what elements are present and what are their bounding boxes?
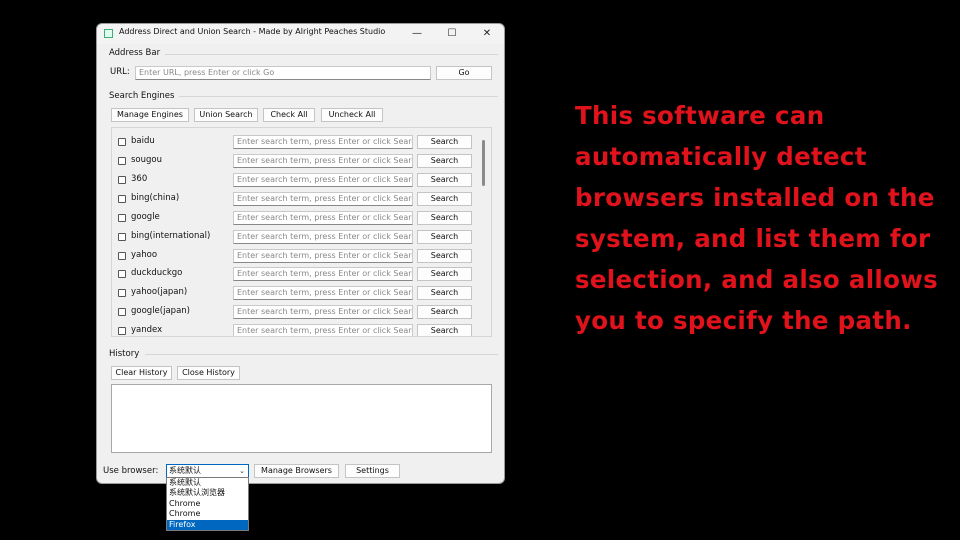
engine-name: 360: [131, 174, 148, 184]
union-search-button[interactable]: Union Search: [194, 108, 258, 122]
clear-history-button[interactable]: Clear History: [111, 366, 172, 380]
engine-search-input[interactable]: Enter search term, press Enter or click …: [233, 249, 413, 263]
engine-row: bing(china) Enter search term, press Ent…: [112, 190, 491, 209]
engine-name: bing(international): [131, 231, 211, 241]
engine-search-input[interactable]: Enter search term, press Enter or click …: [233, 305, 413, 319]
engine-row: yahoo(japan) Enter search term, press En…: [112, 284, 491, 303]
chevron-down-icon: ⌄: [239, 467, 245, 475]
use-browser-label: Use browser:: [103, 466, 159, 476]
maximize-button[interactable]: ☐: [437, 26, 467, 42]
url-input[interactable]: Enter URL, press Enter or click Go: [135, 66, 431, 80]
browser-option-highlighted[interactable]: Firefox: [167, 519, 248, 530]
app-window: Address Direct and Union Search - Made b…: [96, 23, 505, 531]
url-label: URL:: [110, 67, 130, 77]
engine-search-input[interactable]: Enter search term, press Enter or click …: [233, 324, 413, 336]
engine-row: bing(international) Enter search term, p…: [112, 228, 491, 247]
engine-search-input[interactable]: Enter search term, press Enter or click …: [233, 267, 413, 281]
history-label: History: [109, 349, 140, 359]
engine-name: google(japan): [131, 306, 190, 316]
window-title: Address Direct and Union Search - Made b…: [119, 27, 386, 36]
browser-select[interactable]: 系统默认 ⌄: [166, 464, 249, 478]
engine-checkbox[interactable]: [118, 157, 126, 165]
engine-list: baidu Enter search term, press Enter or …: [111, 127, 492, 337]
close-history-button[interactable]: Close History: [177, 366, 240, 380]
settings-button[interactable]: Settings: [345, 464, 400, 478]
engine-row: sougou Enter search term, press Enter or…: [112, 152, 491, 171]
history-divider: [145, 354, 498, 355]
app-icon: [104, 29, 113, 38]
browser-option[interactable]: 系统默认浏览器: [167, 488, 248, 498]
history-list[interactable]: [111, 384, 492, 453]
search-engines-divider: [179, 96, 498, 97]
engine-list-scrollbar[interactable]: [482, 132, 485, 332]
engine-checkbox[interactable]: [118, 327, 126, 335]
engine-name: sougou: [131, 155, 162, 165]
caption-text: This software can automatically detect b…: [575, 101, 939, 335]
engine-row: duckduckgo Enter search term, press Ente…: [112, 265, 491, 284]
manage-engines-button[interactable]: Manage Engines: [111, 108, 189, 122]
manage-browsers-button[interactable]: Manage Browsers: [254, 464, 339, 478]
minimize-button[interactable]: —: [402, 26, 432, 42]
engine-checkbox[interactable]: [118, 289, 126, 297]
engine-row: yahoo Enter search term, press Enter or …: [112, 247, 491, 266]
check-all-button[interactable]: Check All: [263, 108, 315, 122]
address-bar-divider: [165, 54, 498, 55]
engine-search-input[interactable]: Enter search term, press Enter or click …: [233, 230, 413, 244]
engine-name: yahoo(japan): [131, 287, 188, 297]
engine-row: google Enter search term, press Enter or…: [112, 209, 491, 228]
engine-name: yahoo: [131, 250, 158, 260]
engine-search-input[interactable]: Enter search term, press Enter or click …: [233, 286, 413, 300]
engine-search-button[interactable]: Search: [417, 192, 472, 206]
engine-checkbox[interactable]: [118, 176, 126, 184]
engine-row: google(japan) Enter search term, press E…: [112, 303, 491, 322]
engine-name: baidu: [131, 136, 155, 146]
engine-search-input[interactable]: Enter search term, press Enter or click …: [233, 192, 413, 206]
engine-checkbox[interactable]: [118, 214, 126, 222]
go-button[interactable]: Go: [436, 66, 492, 80]
browser-dropdown: 系统默认 系统默认浏览器 Chrome Chrome Firefox: [166, 477, 249, 531]
close-button[interactable]: ✕: [472, 26, 502, 42]
engine-search-button[interactable]: Search: [417, 230, 472, 244]
title-bar[interactable]: Address Direct and Union Search - Made b…: [97, 24, 504, 44]
engine-checkbox[interactable]: [118, 195, 126, 203]
engine-search-input[interactable]: Enter search term, press Enter or click …: [233, 211, 413, 225]
engine-name: yandex: [131, 325, 163, 335]
engine-name: bing(china): [131, 193, 180, 203]
engine-row: 360 Enter search term, press Enter or cl…: [112, 171, 491, 190]
engine-checkbox[interactable]: [118, 270, 126, 278]
engine-search-button[interactable]: Search: [417, 173, 472, 187]
engine-search-input[interactable]: Enter search term, press Enter or click …: [233, 154, 413, 168]
address-bar-label: Address Bar: [109, 48, 161, 58]
engine-checkbox[interactable]: [118, 252, 126, 260]
engine-search-button[interactable]: Search: [417, 211, 472, 225]
engine-search-button[interactable]: Search: [417, 305, 472, 319]
engine-row: baidu Enter search term, press Enter or …: [112, 133, 491, 152]
engine-search-button[interactable]: Search: [417, 135, 472, 149]
engine-search-input[interactable]: Enter search term, press Enter or click …: [233, 173, 413, 187]
browser-option[interactable]: 系统默认: [167, 478, 248, 488]
engine-checkbox[interactable]: [118, 138, 126, 146]
search-engines-label: Search Engines: [109, 91, 175, 101]
engine-search-button[interactable]: Search: [417, 286, 472, 300]
scrollbar-thumb[interactable]: [482, 140, 485, 186]
uncheck-all-button[interactable]: Uncheck All: [321, 108, 383, 122]
engine-search-button[interactable]: Search: [417, 324, 472, 336]
engine-search-button[interactable]: Search: [417, 267, 472, 281]
engine-checkbox[interactable]: [118, 308, 126, 316]
engine-search-button[interactable]: Search: [417, 249, 472, 263]
browser-select-value: 系统默认: [169, 466, 201, 475]
engine-search-input[interactable]: Enter search term, press Enter or click …: [233, 135, 413, 149]
engine-row: yandex Enter search term, press Enter or…: [112, 322, 491, 336]
browser-option[interactable]: Chrome: [167, 509, 248, 519]
engine-name: google: [131, 212, 160, 222]
engine-name: duckduckgo: [131, 268, 183, 278]
browser-option[interactable]: Chrome: [167, 499, 248, 509]
engine-checkbox[interactable]: [118, 233, 126, 241]
engine-search-button[interactable]: Search: [417, 154, 472, 168]
